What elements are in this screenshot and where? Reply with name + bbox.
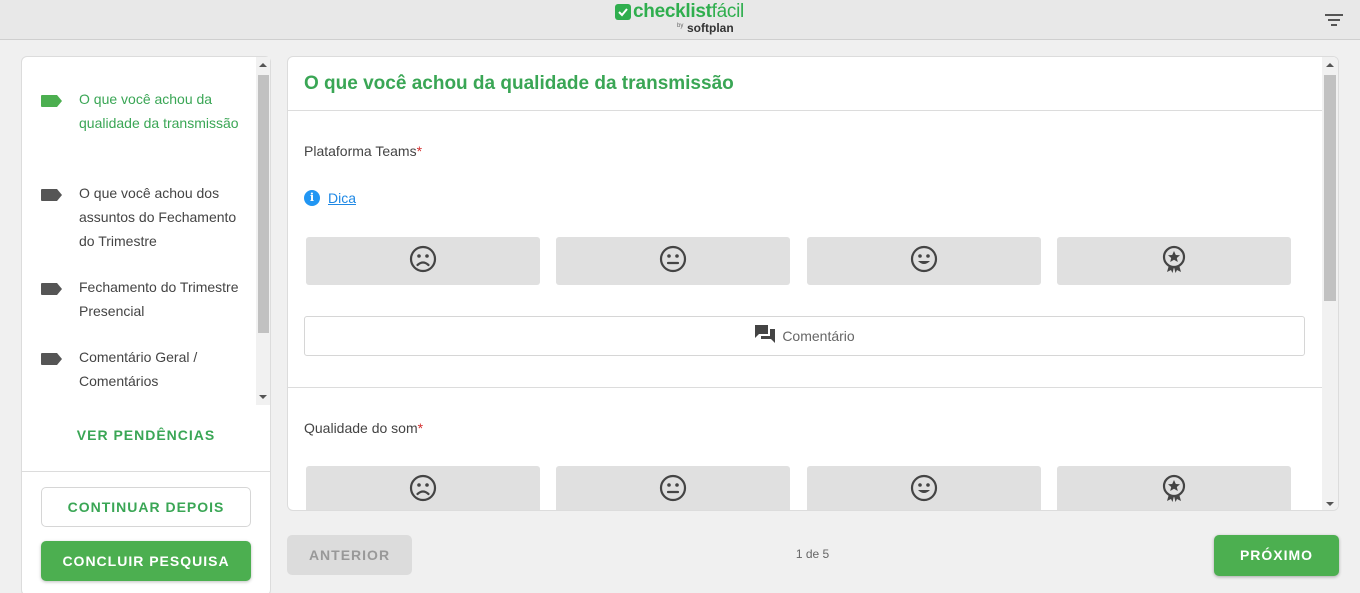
neutral-face-icon (658, 244, 688, 279)
section-item-quarter-topics[interactable]: O que você achou dos assuntos do Fechame… (22, 171, 256, 251)
rating-option-good[interactable] (807, 237, 1041, 285)
neutral-face-icon (658, 473, 688, 508)
next-button[interactable]: PRÓXIMO (1214, 535, 1339, 576)
main-scrollbar[interactable] (1322, 57, 1338, 510)
tag-icon (41, 282, 63, 300)
question-label-teams: Plataforma Teams* (304, 143, 423, 159)
star-badge-icon (1159, 244, 1189, 279)
continue-later-button[interactable]: CONTINUAR DEPOIS (41, 487, 251, 527)
page-indicator: 1 de 5 (795, 547, 830, 561)
sad-face-icon (408, 473, 438, 508)
divider (288, 387, 1322, 388)
logo-wordmark: checklistfácil (633, 1, 744, 22)
scrollbar-thumb[interactable] (1324, 75, 1336, 301)
tag-icon (41, 188, 63, 206)
section-item-transmission[interactable]: O que você achou da qualidade da transmi… (22, 77, 256, 157)
filter-icon[interactable] (1324, 12, 1344, 28)
section-item-label: Fechamento do Trimestre Presencial (79, 279, 239, 319)
section-item-label: Comentário Geral / Comentários (79, 349, 198, 389)
tag-icon (41, 352, 63, 370)
divider (22, 471, 270, 472)
page-title: O que você achou da qualidade da transmi… (304, 73, 734, 94)
sidebar-scrollbar[interactable] (256, 57, 270, 405)
scroll-down-arrow-icon[interactable] (259, 395, 267, 399)
rating-option-excellent[interactable] (1057, 237, 1291, 285)
sidebar: O que você achou da qualidade da transmi… (21, 56, 271, 593)
previous-button[interactable]: ANTERIOR (287, 535, 412, 575)
comment-button[interactable]: Comentário (304, 316, 1305, 356)
section-item-quarter-presential[interactable]: Fechamento do Trimestre Presencial (22, 265, 256, 321)
rating-option-good[interactable] (807, 466, 1041, 510)
happy-face-icon (909, 473, 939, 508)
required-mark: * (417, 420, 424, 436)
info-icon: i (304, 190, 320, 206)
logo-by-text: by (677, 23, 684, 29)
rating-option-bad[interactable] (306, 466, 540, 510)
section-list: O que você achou da qualidade da transmi… (22, 67, 256, 405)
view-pending-link[interactable]: VER PENDÊNCIAS (22, 427, 270, 443)
happy-face-icon (909, 244, 939, 279)
logo-check-icon (615, 4, 631, 20)
rating-option-neutral[interactable] (556, 237, 790, 285)
rating-option-excellent[interactable] (1057, 466, 1291, 510)
divider (288, 110, 1322, 111)
scroll-up-arrow-icon[interactable] (259, 63, 267, 67)
rating-option-bad[interactable] (306, 237, 540, 285)
comment-label: Comentário (782, 328, 855, 344)
finish-survey-button[interactable]: CONCLUIR PESQUISA (41, 541, 251, 581)
checklist-facil-logo: checklistfácil by softplan (615, 1, 750, 37)
chat-bubbles-icon (754, 324, 776, 349)
section-item-general-comment[interactable]: Comentário Geral / Comentários (22, 335, 256, 391)
tag-icon (41, 94, 63, 112)
scroll-down-arrow-icon[interactable] (1326, 502, 1334, 506)
logo-softplan: softplan (687, 21, 734, 35)
scrollbar-thumb[interactable] (258, 75, 269, 333)
main-panel: O que você achou da qualidade da transmi… (287, 56, 1339, 511)
required-mark: * (416, 143, 423, 159)
section-item-label: O que você achou da qualidade da transmi… (79, 91, 239, 131)
section-item-label: O que você achou dos assuntos do Fechame… (79, 185, 237, 249)
question-label-sound: Qualidade do som* (304, 420, 424, 436)
top-bar: checklistfácil by softplan (0, 0, 1360, 40)
tip-label: Dica (328, 190, 357, 206)
sad-face-icon (408, 244, 438, 279)
tip-link[interactable]: i Dica (304, 190, 356, 206)
star-badge-icon (1159, 473, 1189, 508)
scroll-up-arrow-icon[interactable] (1326, 63, 1334, 67)
rating-option-neutral[interactable] (556, 466, 790, 510)
